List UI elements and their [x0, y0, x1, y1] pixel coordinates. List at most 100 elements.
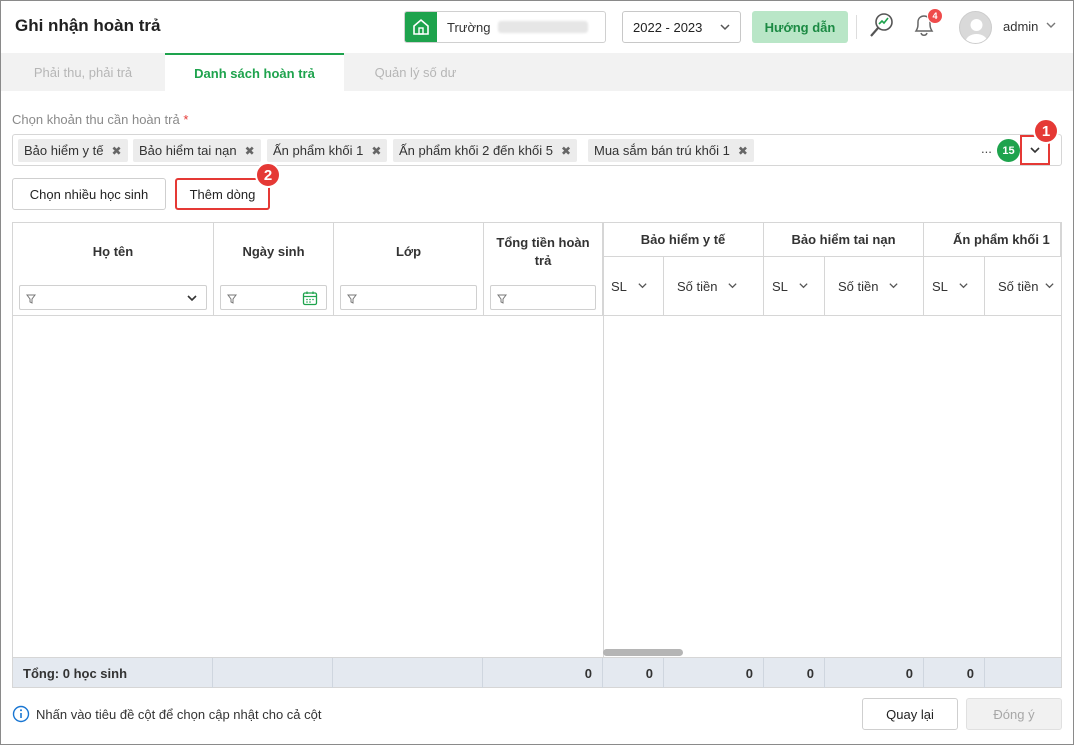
sub-header-qty[interactable]: SL — [603, 257, 664, 316]
tab-receivables[interactable]: Phải thu, phải trả — [1, 53, 165, 91]
dob-filter-input[interactable] — [220, 285, 327, 310]
sub-header-qty[interactable]: SL — [764, 257, 825, 316]
column-class[interactable]: Lớp — [334, 223, 484, 316]
total-prefix: Tổng: — [23, 666, 60, 681]
fee-selector-label-text: Chọn khoản thu cần hoàn trả — [12, 112, 180, 127]
sub-header-amount[interactable]: Số tiền — [985, 257, 1061, 316]
chevron-down-icon — [186, 292, 198, 307]
sub-header-amount[interactable]: Số tiền — [825, 257, 924, 316]
column-title[interactable]: Họ tên — [13, 223, 213, 281]
notification-badge: 4 — [927, 8, 943, 24]
name-filter-select[interactable] — [19, 285, 207, 310]
fee-tag: Bảo hiểm tai nạn ✖ — [133, 139, 261, 162]
sub-header-amount[interactable]: Số tiền — [664, 257, 764, 316]
footer-cell — [333, 658, 483, 688]
horizontal-scrollbar[interactable] — [603, 649, 683, 656]
column-dob[interactable]: Ngày sinh — [214, 223, 334, 316]
grid-footer-totals: Tổng: 0 học sinh 0 0 0 0 0 0 — [13, 657, 1061, 688]
sub-header-label: Số tiền — [677, 278, 718, 294]
fee-multiselect[interactable]: Bảo hiểm y tế ✖ Bảo hiểm tai nạn ✖ Ấn phẩm… — [12, 134, 1062, 166]
refund-grid: Họ tên Ngày sinh Lớp Tổng tiền hoàn trả — [12, 222, 1062, 688]
fee-tag-label: Mua sắm bán trú khối 1 — [594, 143, 730, 158]
sub-header-label: SL — [932, 278, 948, 294]
footer-qty: 0 — [764, 658, 825, 688]
fee-selector-label: Chọn khoản thu cần hoàn trả * — [12, 112, 188, 127]
chevron-down-icon — [1030, 147, 1040, 154]
column-title[interactable]: Ngày sinh — [214, 223, 333, 281]
school-name-redacted — [498, 21, 589, 33]
more-tags-ellipsis: ... — [981, 141, 992, 156]
total-filter-input[interactable] — [490, 285, 596, 310]
group-header[interactable]: Bảo hiểm y tế — [603, 223, 764, 257]
chevron-down-icon — [798, 279, 809, 294]
school-year-value: 2022 - 2023 — [633, 19, 703, 35]
column-title[interactable]: Tổng tiền hoàn trả — [484, 223, 602, 281]
footer-qty: 0 — [924, 658, 985, 688]
footer-cell — [213, 658, 333, 688]
selected-count-badge: 15 — [997, 139, 1020, 162]
remove-tag-icon[interactable]: ✖ — [245, 144, 255, 158]
confirm-button[interactable]: Đóng ý — [966, 698, 1062, 730]
group-header[interactable]: Bảo hiểm tai nạn — [764, 223, 924, 257]
total-students-cell: Tổng: 0 học sinh — [13, 658, 213, 688]
fee-tag-label: Bảo hiểm tai nạn — [139, 143, 237, 158]
school-home-icon — [405, 12, 437, 42]
sub-header-qty[interactable]: SL — [924, 257, 985, 316]
guide-button[interactable]: Hướng dẫn — [752, 11, 848, 43]
column-update-hint: Nhấn vào tiêu đề cột để chọn cập nhật ch… — [36, 707, 322, 722]
add-row-button[interactable]: Thêm dòng — [175, 178, 270, 210]
tab-refund-list[interactable]: Danh sách hoàn trả — [165, 53, 344, 91]
class-filter-input[interactable] — [340, 285, 477, 310]
step-marker-2: 2 — [255, 162, 281, 188]
page-title: Ghi nhận hoàn trả — [15, 16, 161, 35]
footer-total-amount: 0 — [483, 658, 603, 688]
calendar-icon[interactable] — [302, 290, 318, 309]
top-header: Ghi nhận hoàn trả Trường 2022 - 2023 Hướ… — [1, 1, 1073, 53]
chevron-down-icon — [637, 279, 648, 294]
filter-icon — [347, 292, 357, 307]
footer-amount: 0 — [825, 658, 924, 688]
chevron-down-icon[interactable] — [1045, 19, 1057, 34]
chevron-down-icon — [958, 279, 969, 294]
chevron-down-icon — [727, 279, 738, 294]
group-header[interactable]: Ấn phẩm khối 1 — [924, 223, 1061, 257]
column-name[interactable]: Họ tên — [13, 223, 214, 316]
column-total[interactable]: Tổng tiền hoàn trả — [484, 223, 603, 316]
search-chart-icon[interactable] — [867, 10, 897, 43]
required-mark: * — [183, 112, 189, 127]
column-title[interactable]: Lớp — [334, 223, 483, 281]
fee-tag: Bảo hiểm y tế ✖ — [18, 139, 128, 162]
fee-tag-label: Bảo hiểm y tế — [24, 143, 104, 158]
chevron-down-icon — [1044, 279, 1055, 294]
fee-tag: Mua sắm bán trú khối 1 ✖ — [588, 139, 754, 162]
remove-tag-icon[interactable]: ✖ — [371, 144, 381, 158]
tab-bar: Phải thu, phải trả Danh sách hoàn trả Qu… — [1, 53, 1073, 91]
footer-qty: 0 — [603, 658, 664, 688]
chevron-down-icon — [888, 279, 899, 294]
user-name[interactable]: admin — [1003, 19, 1038, 34]
fee-tag-label: Ấn phẩm khối 1 — [273, 143, 364, 158]
total-students-label: Tổng: 0 học sinh — [23, 666, 127, 681]
frozen-column-divider — [603, 223, 604, 657]
school-year-select[interactable]: 2022 - 2023 — [622, 11, 741, 43]
chevron-down-icon — [719, 21, 731, 36]
fee-tag: Ấn phẩm khối 2 đến khối 5 ✖ — [393, 139, 577, 162]
total-suffix: học sinh — [73, 666, 128, 681]
remove-tag-icon[interactable]: ✖ — [112, 144, 122, 158]
fee-tag-label: Ấn phẩm khối 2 đến khối 5 — [399, 143, 553, 158]
back-button[interactable]: Quay lại — [862, 698, 958, 730]
avatar[interactable] — [959, 11, 992, 44]
sub-header-label: SL — [772, 278, 788, 294]
remove-tag-icon[interactable]: ✖ — [738, 144, 748, 158]
app-window: Ghi nhận hoàn trả Trường 2022 - 2023 Hướ… — [0, 0, 1074, 745]
step-marker-1: 1 — [1033, 118, 1059, 144]
school-selector[interactable]: Trường — [404, 11, 606, 43]
remove-tag-icon[interactable]: ✖ — [561, 144, 571, 158]
filter-icon — [497, 292, 507, 307]
sub-header-label: Số tiền — [838, 278, 879, 294]
header-divider — [856, 15, 857, 39]
tab-balance-management[interactable]: Quản lý số dư — [344, 53, 487, 91]
school-label: Trường — [447, 19, 491, 35]
filter-icon — [26, 292, 36, 307]
choose-many-students-button[interactable]: Chọn nhiều học sinh — [12, 178, 166, 210]
